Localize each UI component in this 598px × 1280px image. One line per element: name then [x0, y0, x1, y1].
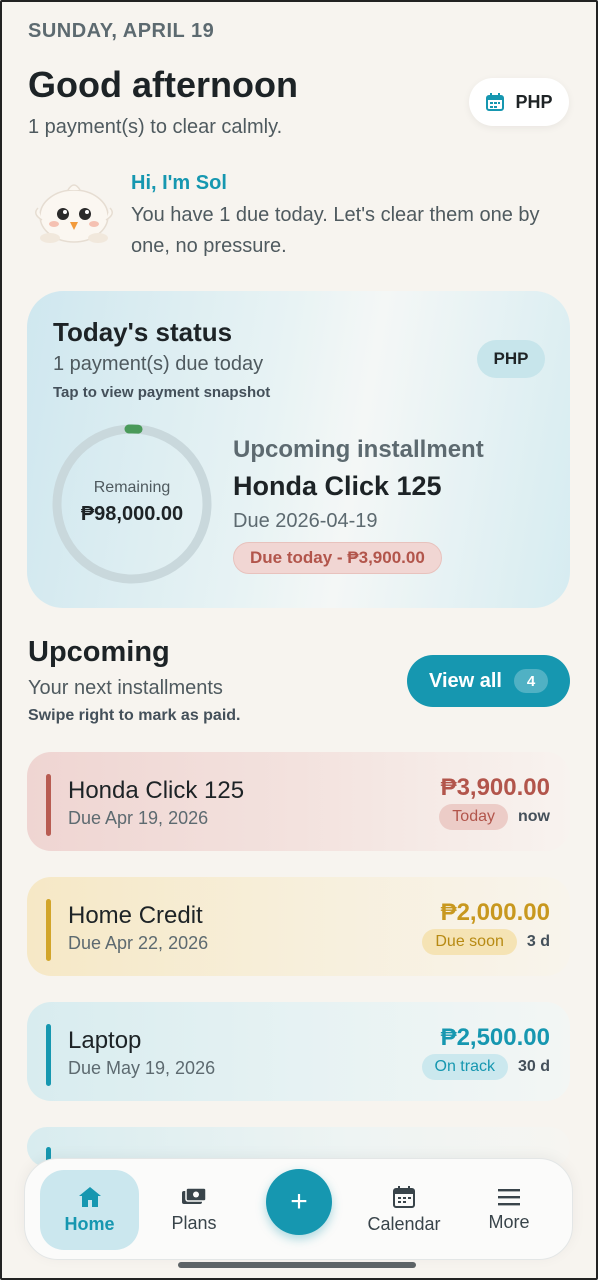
assistant-message: You have 1 due today. Let's clear them o…	[131, 204, 540, 257]
upcoming-installment-label: Upcoming installment	[233, 436, 484, 463]
installment-card[interactable]: Honda Click 125 Due Apr 19, 2026 ₱3,900.…	[27, 752, 570, 851]
installment-status-badge: On track	[421, 1054, 508, 1080]
installment-due: Due Apr 22, 2026	[68, 933, 209, 953]
date-label: SUNDAY, APRIL 19	[28, 20, 215, 42]
home-icon	[78, 1186, 101, 1207]
upcoming-installment-name: Honda Click 125	[233, 471, 442, 501]
plans-icon	[182, 1186, 207, 1204]
due-today-badge: Due today - ₱3,900.00	[233, 542, 442, 574]
installment-time-remaining: 30 d	[517, 1058, 550, 1075]
installment-meta: Due soon 3 d	[422, 929, 550, 955]
status-bar	[46, 1024, 51, 1086]
status-card[interactable]: Today's status 1 payment(s) due today Ta…	[27, 291, 570, 608]
remaining-value: ₱98,000.00	[80, 503, 184, 525]
installment-due: Due May 19, 2026	[68, 1058, 216, 1078]
calendar-icon	[393, 1185, 415, 1208]
nav-plans[interactable]: Plans	[151, 1159, 237, 1261]
installment-amount: ₱2,000.00	[440, 899, 550, 926]
installment-due: Due Apr 19, 2026	[68, 808, 209, 828]
add-button[interactable]: +	[266, 1169, 332, 1235]
installment-name: Home Credit	[68, 902, 203, 929]
nav-home[interactable]: Home	[40, 1170, 139, 1250]
installment-card[interactable]: Home Credit Due Apr 22, 2026 ₱2,000.00 D…	[27, 877, 570, 976]
status-bar	[46, 774, 51, 836]
nav-more-label: More	[488, 1211, 530, 1232]
nav-calendar-label: Calendar	[367, 1213, 441, 1234]
status-subtitle: 1 payment(s) due today	[53, 353, 264, 375]
upcoming-installment-due: Due 2026-04-19	[233, 510, 378, 532]
bottom-nav: Home Plans + Calendar More	[24, 1158, 573, 1260]
mascot-avatar	[35, 184, 113, 243]
home-indicator	[178, 1262, 416, 1268]
nav-calendar[interactable]: Calendar	[361, 1159, 447, 1261]
installment-status-badge: Due soon	[422, 929, 517, 955]
currency-button[interactable]: PHP	[469, 78, 569, 126]
assistant-name: Hi, I'm Sol	[131, 172, 227, 194]
installment-card[interactable]: Laptop Due May 19, 2026 ₱2,500.00 On tra…	[27, 1002, 570, 1101]
installment-status-badge: Today	[439, 804, 508, 830]
view-all-button[interactable]: View all 4	[407, 655, 570, 707]
remaining-label: Remaining	[93, 479, 171, 496]
upcoming-section-hint: Swipe right to mark as paid.	[28, 707, 241, 724]
nav-plans-label: Plans	[171, 1212, 217, 1233]
status-currency-badge: PHP	[477, 340, 545, 378]
view-all-label: View all	[428, 669, 502, 692]
status-bar	[46, 899, 51, 961]
installment-meta: On track 30 d	[421, 1054, 550, 1080]
installment-amount: ₱3,900.00	[440, 774, 550, 801]
installment-name: Laptop	[68, 1027, 142, 1054]
menu-icon	[498, 1188, 520, 1205]
installment-meta: Today now	[439, 804, 550, 830]
installment-time-remaining: now	[518, 808, 550, 825]
installment-time-remaining: 3 d	[526, 933, 550, 950]
greeting-title: Good afternoon	[28, 64, 298, 105]
upcoming-section-title: Upcoming	[28, 636, 170, 668]
nav-home-label: Home	[64, 1213, 115, 1234]
upcoming-section-subtitle: Your next installments	[28, 677, 223, 699]
nav-more[interactable]: More	[466, 1159, 552, 1261]
greeting-subtitle: 1 payment(s) to clear calmly.	[28, 116, 283, 138]
view-all-count: 4	[514, 669, 548, 693]
currency-button-label: PHP	[515, 91, 553, 112]
status-hint: Tap to view payment snapshot	[53, 384, 271, 401]
status-title: Today's status	[53, 317, 233, 347]
calendar-icon	[486, 93, 505, 111]
installment-amount: ₱2,500.00	[440, 1024, 550, 1051]
installment-name: Honda Click 125	[68, 777, 245, 804]
